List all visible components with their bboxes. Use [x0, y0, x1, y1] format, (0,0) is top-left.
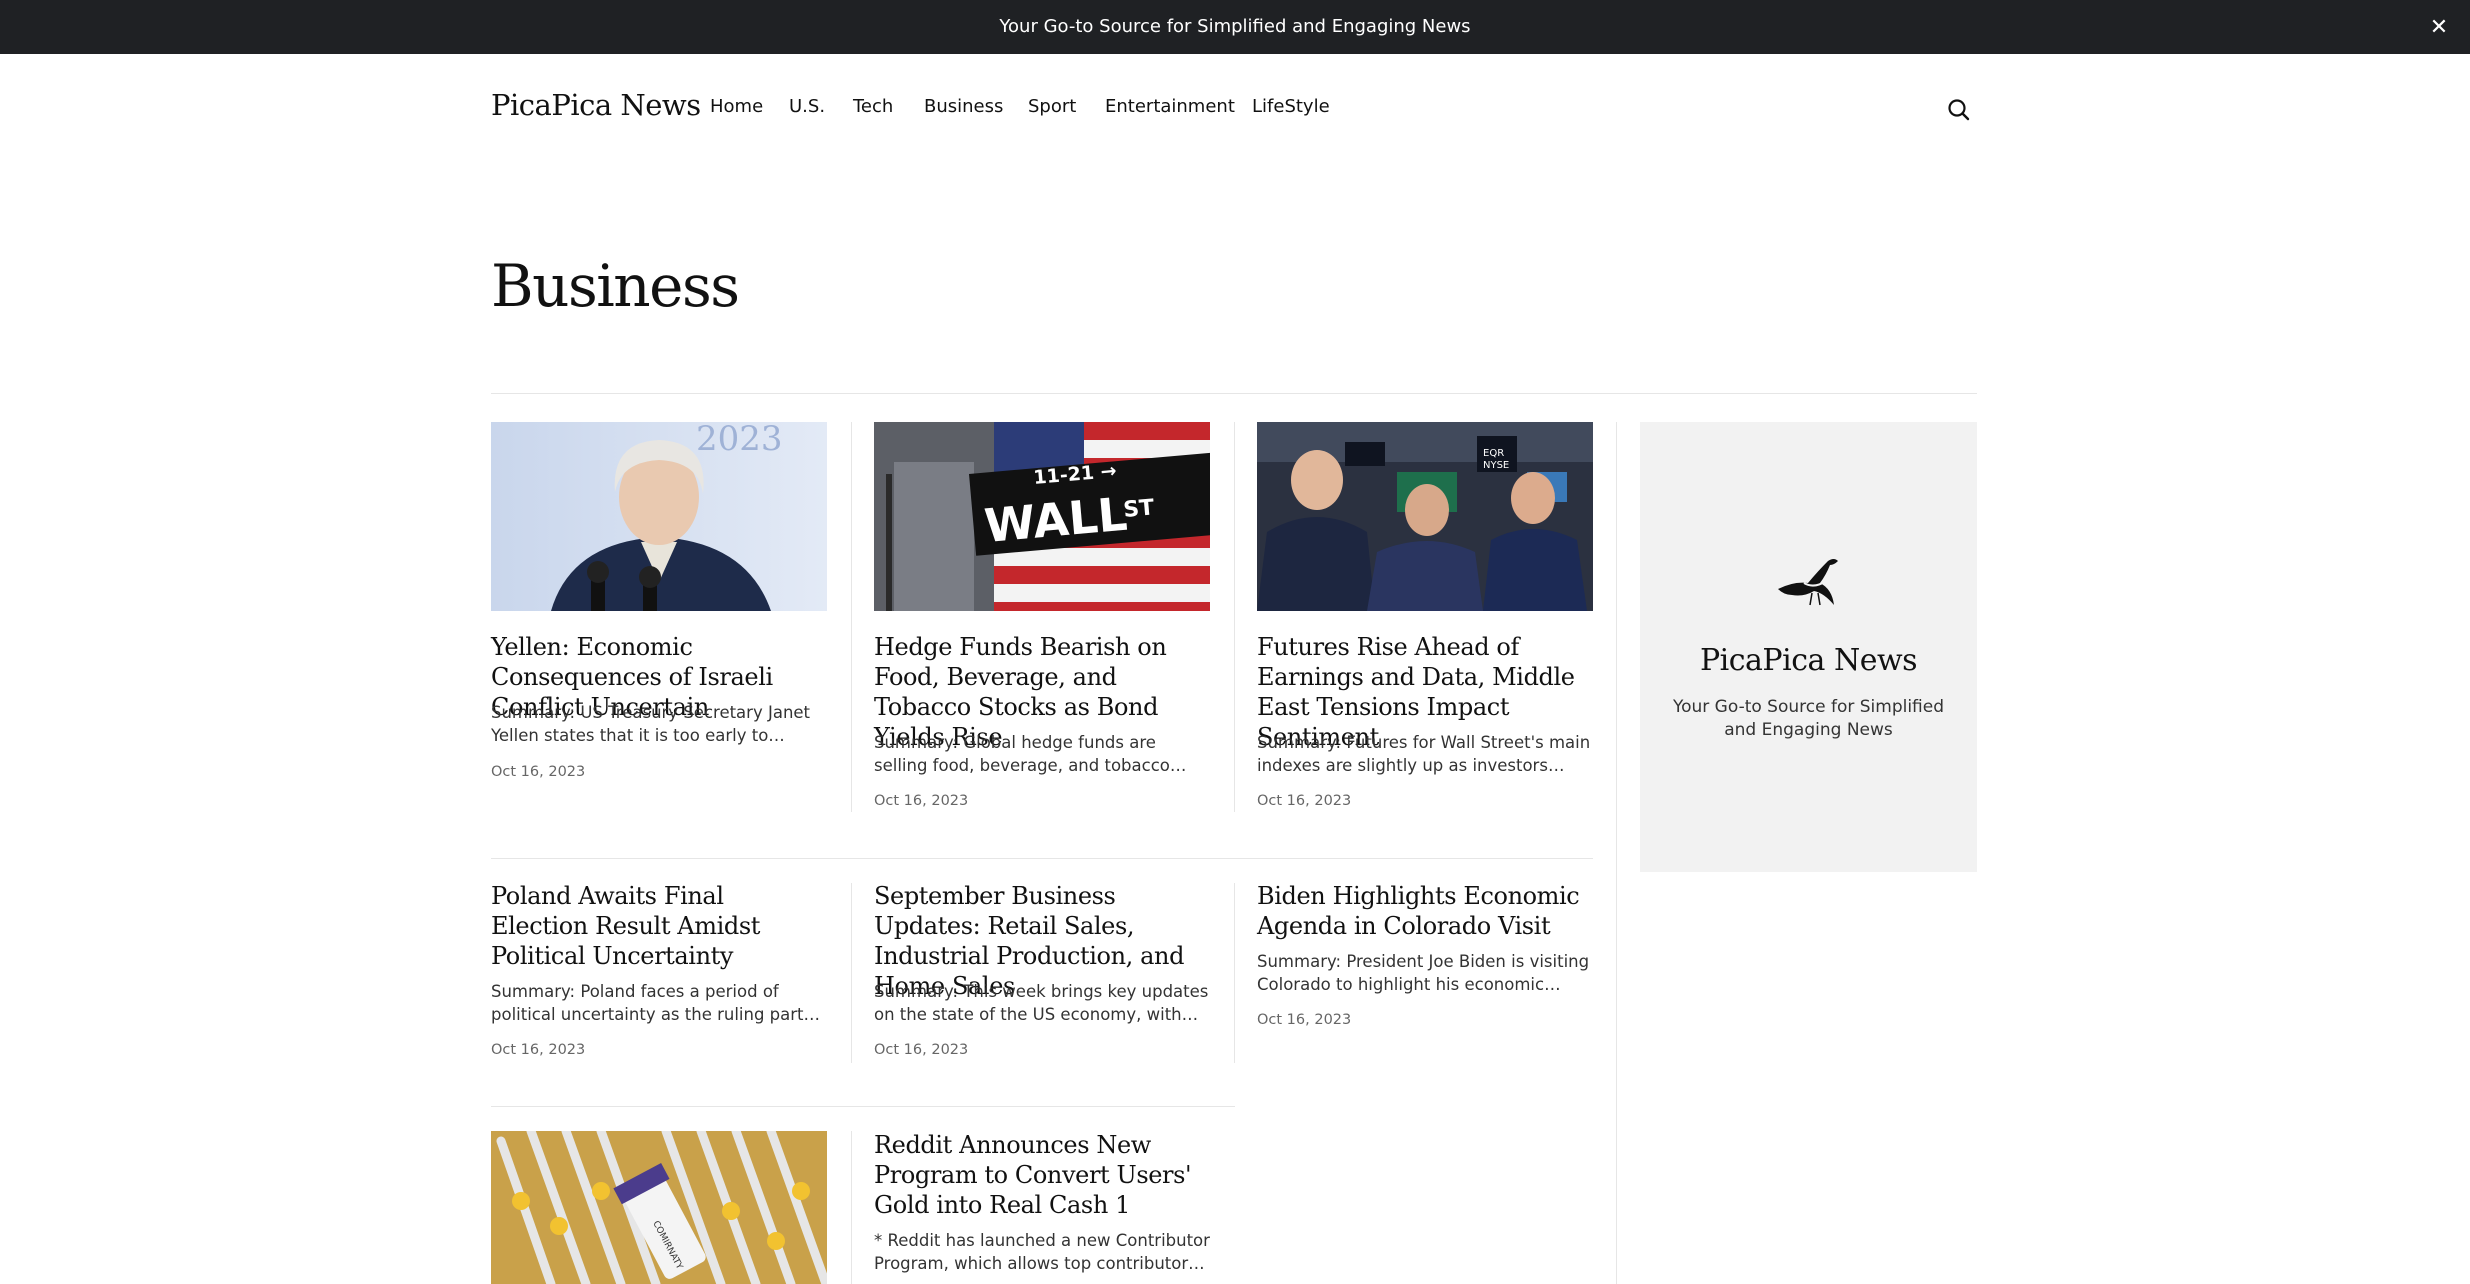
- search-icon[interactable]: [1944, 95, 1974, 125]
- nav-lifestyle[interactable]: LifeStyle: [1252, 96, 1330, 117]
- title-divider: [491, 393, 1977, 394]
- column-divider: [1234, 883, 1235, 1063]
- article-image-nyse-traders[interactable]: EQR NYSE: [1257, 422, 1593, 611]
- article-summary: Summary: President Joe Biden is visiting…: [1257, 952, 1590, 994]
- article-summary: Summary: This week brings key updates on…: [874, 982, 1209, 1024]
- svg-text:NYSE: NYSE: [1483, 460, 1509, 471]
- announcement-bar: Your Go-to Source for Simplified and Eng…: [0, 0, 2470, 54]
- article-image-yellen[interactable]: 2023: [491, 422, 827, 611]
- article-title[interactable]: Biden Highlights Economic Agenda in Colo…: [1257, 881, 1593, 941]
- article-date: Oct 16, 2023: [1257, 1012, 1352, 1028]
- sidebar-tagline: Your Go-to Source for Simplified and Eng…: [1672, 697, 1945, 740]
- article-date: Oct 16, 2023: [491, 1042, 586, 1058]
- article-image-vaccine-vials[interactable]: COMIRNATY: [491, 1131, 827, 1284]
- nav-home[interactable]: Home: [710, 96, 763, 117]
- column-divider: [851, 1131, 852, 1284]
- row-divider: [491, 1106, 1235, 1107]
- article-date: Oct 16, 2023: [491, 764, 586, 780]
- article-summary: Summary: Futures for Wall Street's main …: [1257, 733, 1591, 775]
- article-summary: * Reddit has launched a new Contributor …: [874, 1231, 1210, 1273]
- page-title: Business: [491, 252, 740, 320]
- close-icon[interactable]: ✕: [2422, 10, 2456, 44]
- article-image-wall-street[interactable]: 11-21 → WALL ST: [874, 422, 1210, 611]
- site-logo[interactable]: PicaPica News: [491, 88, 701, 122]
- announcement-text: Your Go-to Source for Simplified and Eng…: [999, 16, 1471, 37]
- article-date: Oct 16, 2023: [874, 793, 969, 809]
- svg-text:EQR: EQR: [1483, 448, 1504, 459]
- nav-sport[interactable]: Sport: [1028, 96, 1076, 117]
- article-title[interactable]: Poland Awaits Final Election Result Amid…: [491, 881, 827, 971]
- column-divider: [851, 883, 852, 1063]
- article-summary: Summary: Global hedge funds are selling …: [874, 733, 1170, 775]
- article-summary: Summary: Poland faces a period of politi…: [491, 982, 814, 1024]
- nav-tech[interactable]: Tech: [853, 96, 893, 117]
- magpie-bird-icon: [1774, 553, 1844, 613]
- svg-text:ST: ST: [1122, 495, 1155, 523]
- column-divider: [851, 422, 852, 812]
- column-divider: [1234, 422, 1235, 812]
- row-divider: [491, 858, 1593, 859]
- article-title[interactable]: Reddit Announces New Program to Convert …: [874, 1130, 1210, 1220]
- nav-business[interactable]: Business: [924, 96, 1003, 117]
- sidebar-brand-name: PicaPica News: [1699, 643, 1918, 678]
- article-summary: Summary: US Treasury Secretary Janet Yel…: [491, 703, 811, 745]
- column-divider: [1616, 422, 1617, 1284]
- article-date: Oct 16, 2023: [874, 1042, 969, 1058]
- nav-entertainment[interactable]: Entertainment: [1105, 96, 1235, 117]
- svg-text:2023: 2023: [696, 422, 783, 459]
- article-date: Oct 16, 2023: [1257, 793, 1352, 809]
- nav-us[interactable]: U.S.: [789, 96, 825, 117]
